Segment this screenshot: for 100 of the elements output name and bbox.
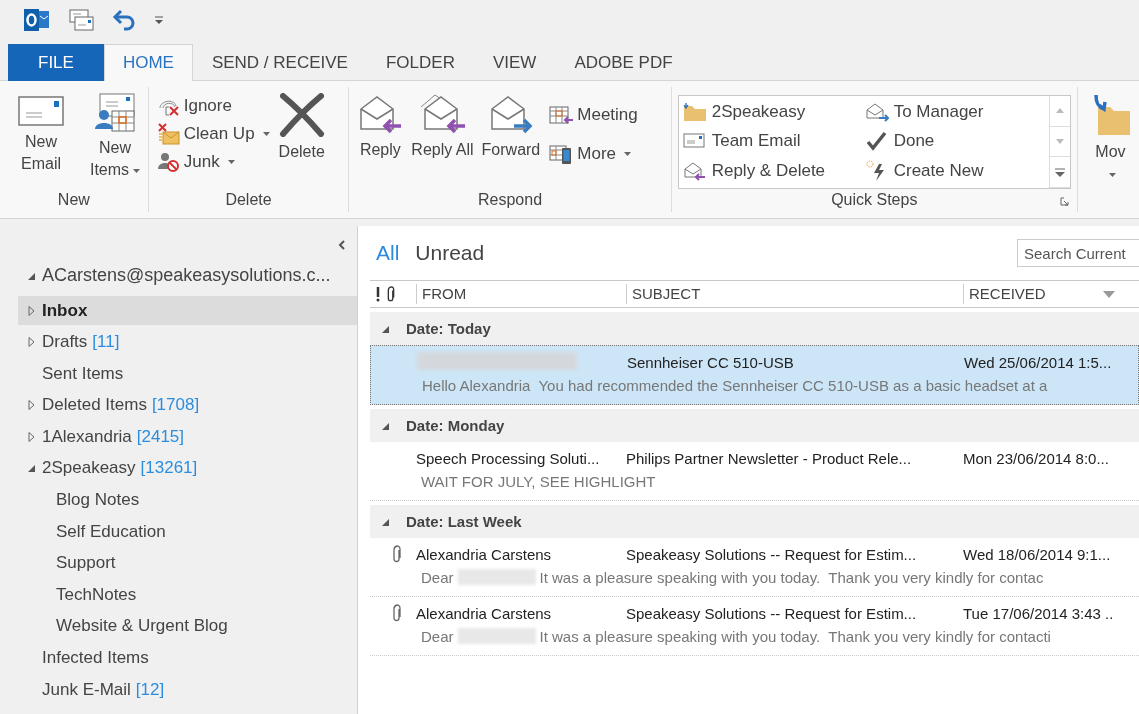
quick-step[interactable]: Done [864,126,1045,156]
ribbon-button[interactable]: More [546,141,641,167]
ribbon-tab[interactable]: FOLDER [366,44,474,81]
ribbon-tab[interactable]: HOME [103,44,193,81]
folder-item[interactable]: Inbox [18,296,358,325]
quick-step[interactable]: To Manager [864,98,1045,127]
folder-name: Website & Urgent Blog [56,616,228,637]
group-title: Respond [477,191,544,210]
ribbon-button[interactable]: New Email [6,91,76,191]
quick-step[interactable]: Reply & Delete [682,155,865,186]
delete-x-icon [278,93,325,137]
meeting-icon [549,105,574,125]
message-row[interactable]: Alexandria Carstens Speakeasy Solutions -- Request for Estim... Tue 17/06/2014 3:43 .. Dear It was a pleasure speaking with you today. Thank you very kindly for contacti [370,597,1139,656]
ribbon-button[interactable]: Junk [154,150,273,174]
group-heading: Date: Today [406,320,491,337]
ribbon-button[interactable]: Ignore [154,94,273,118]
filter-tab[interactable]: Unread [413,241,487,265]
paperclip-icon[interactable] [386,286,396,302]
filter-tab[interactable]: All [374,241,402,265]
ribbon-button[interactable]: New Items [80,91,150,191]
ribbon-button[interactable]: Mov [1087,91,1133,188]
message-subject: Speakeasy Solutions -- Request for Estim... [626,545,918,563]
message-preview: It was a pleasure speaking with you today. Thank you very kindly for contac [539,568,1044,586]
dialog-launcher-icon[interactable] [1059,197,1069,206]
ribbon-button[interactable]: Delete [276,91,327,191]
folder-item[interactable]: Infected Items [18,643,358,673]
reply-icon [357,93,404,135]
expand-gallery-icon[interactable] [1054,167,1065,177]
account-name[interactable]: ACarstens@speakeasysolutions.c... [42,265,331,286]
folder-name: Drafts [42,332,88,353]
ribbon-tab[interactable]: FILE [8,44,104,81]
message-subject: Speakeasy Solutions -- Request for Estim... [626,604,918,622]
folder-item[interactable]: Sent Items [18,359,358,389]
unread-count: [12] [135,679,165,700]
message-row[interactable]: Speech Processing Soluti... Philips Partner Newsletter - Product Rele... Mon 23/06/2014 8:0... WAIT FOR JULY, SEE HIGHLIGHT [370,442,1139,501]
folder-item[interactable]: 2Speakeasy [13261] [18,453,358,483]
column-header[interactable]: SUBJECT [632,284,701,304]
message-subject: Sennheiser CC 510-USB [627,353,795,371]
column-header[interactable]: RECEIVED [969,284,1046,304]
folder-name: 1Alexandria [42,426,132,447]
clean-up-icon [157,123,180,145]
group-title: New [56,191,91,210]
group-heading: Date: Last Week [406,513,522,530]
received-date: Tue 17/06/2014 3:43 .. [963,604,1115,622]
message-preview: WAIT FOR JULY, SEE HIGHLIGHT [421,472,656,490]
junk-icon [157,152,180,172]
folder-name: 2Speakeasy [42,458,136,479]
folder-item[interactable]: Self Education [18,517,358,547]
customize-dropdown-icon[interactable] [154,15,164,25]
folder-icon [682,103,707,122]
calendar-phone-icon [549,143,574,165]
checkmark-icon [864,131,889,151]
undo-icon[interactable] [112,9,136,31]
quick-step[interactable]: 2Speakeasy [682,98,865,127]
reply-all-icon [419,93,466,135]
message-preview: It was a pleasure speaking with you today. Thank you very kindly for contacti [539,627,1051,645]
folder-name: TechNotes [56,584,137,605]
folder-item[interactable]: 1Alexandria [2415] [18,422,358,452]
folder-name: Deleted Items [42,395,147,416]
folder-name: Support [56,553,116,574]
folder-item[interactable]: Blog Notes [18,485,358,515]
search-field[interactable]: Search Current [1017,239,1139,267]
folder-name: Junk E-Mail [42,679,131,700]
quick-step[interactable]: Create New [864,155,1045,186]
envelope-icon [18,93,64,127]
outlook-logo-icon[interactable] [24,8,50,32]
folder-item[interactable]: Junk E-Mail [12] [18,675,358,705]
folder-item[interactable]: Drafts [11] [18,327,358,357]
unread-count: [2415] [136,426,185,447]
folder-name: Blog Notes [56,490,140,511]
folder-name: Self Education [56,521,166,542]
sender-name: Speech Processing Soluti... [416,449,600,467]
unread-count: [13261] [140,458,198,479]
unread-count: [1708] [151,395,200,416]
column-header[interactable]: FROM [422,284,467,304]
ribbon-button[interactable]: Reply [355,91,406,191]
ribbon-tab[interactable]: VIEW [473,44,556,81]
envelope-arrow-icon [864,102,889,123]
folder-item[interactable]: Deleted Items [1708] [18,390,358,420]
folder-item[interactable]: Support [18,548,358,578]
group-title: Quick Steps [831,191,918,208]
send-receive-icon[interactable] [68,8,94,32]
message-row[interactable]: Alexandria Carstens Speakeasy Solutions -- Request for Estim... Wed 18/06/2014 9:1... Dear It was a pleasure speaking with you today. Thank you very kindly for contac [370,538,1139,597]
ribbon-tab[interactable]: ADOBE PDF [555,44,692,81]
ribbon-button[interactable]: Reply All [409,91,476,191]
group-title: Delete [224,191,273,210]
ribbon-tab[interactable]: SEND / RECEIVE [192,44,367,81]
ribbon-button[interactable]: Meeting [546,103,641,127]
new-items-icon [92,93,138,133]
folder-item[interactable]: Website & Urgent Blog [18,611,358,641]
envelope-arrow-icon [682,160,707,181]
sort-arrow-icon[interactable] [1103,290,1115,298]
ribbon-button[interactable]: Forward [479,91,543,191]
quick-step[interactable]: Team Email [682,126,865,156]
folder-item[interactable]: TechNotes [18,580,358,610]
importance-icon[interactable] [376,286,380,302]
received-date: Wed 18/06/2014 9:1... [963,545,1112,563]
message-row[interactable]: Sennheiser CC 510-USB Wed 25/06/2014 1:5... Hello Alexandria You had recommended the Sennheiser CC 510-USB as a basic headset at a [370,345,1139,405]
sender-name: Alexandria Carstens [416,604,552,622]
ribbon-button[interactable]: Clean Up [154,121,273,147]
